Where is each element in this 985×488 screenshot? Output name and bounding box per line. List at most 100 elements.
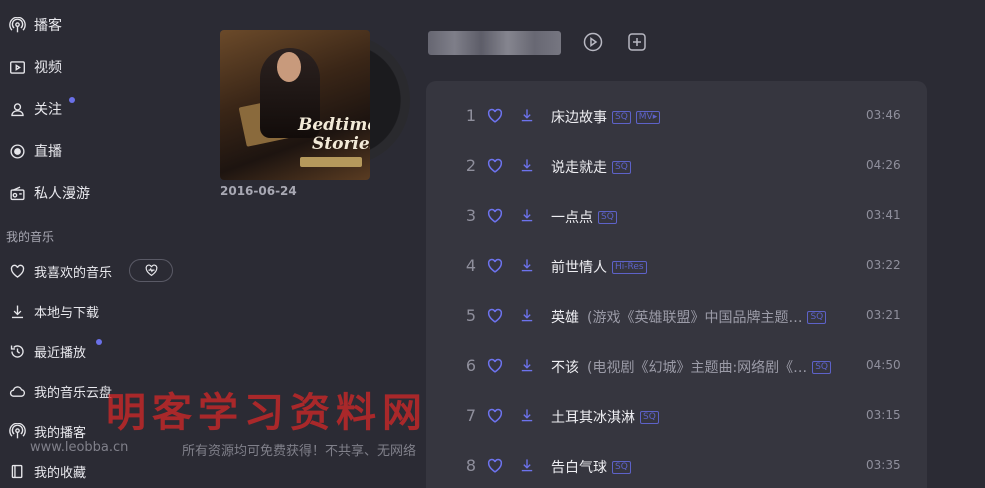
download-icon [519, 158, 535, 177]
track-title: 说走就走 [551, 160, 607, 176]
track-number: 8 [465, 456, 476, 475]
play-all-button[interactable] [583, 32, 603, 52]
track-duration: 03:46 [866, 108, 901, 122]
heart-icon [486, 308, 504, 329]
quality-tag: MV▸ [635, 110, 661, 124]
add-to-playlist-button[interactable] [627, 32, 647, 52]
track-number: 1 [465, 106, 476, 125]
track-row[interactable]: 7 土耳其冰淇淋 SQ 03:15 [426, 390, 927, 440]
sidebar-item-label: 视频 [34, 60, 62, 76]
download-button[interactable] [519, 107, 536, 124]
sidebar-item-local-download[interactable]: 本地与下载 [8, 296, 183, 326]
add-square-icon [628, 33, 646, 51]
quality-tag: SQ [612, 110, 631, 124]
like-button[interactable] [486, 307, 504, 325]
live-icon [8, 142, 26, 160]
download-button[interactable] [519, 357, 536, 374]
watermark-url: www.leobba.cn [30, 440, 129, 455]
podcast-icon [8, 16, 26, 34]
track-row[interactable]: 5 英雄 (游戏《英雄联盟》中国品牌主题… SQ 03:21 [426, 290, 927, 340]
download-button[interactable] [519, 307, 536, 324]
track-row[interactable]: 2 说走就走 SQ 04:26 [426, 140, 927, 190]
track-title-group: 土耳其冰淇淋 SQ [551, 407, 659, 427]
heart-icon [486, 358, 504, 379]
notification-dot [69, 97, 75, 103]
sidebar-item-label: 我喜欢的音乐 [34, 265, 113, 281]
track-duration: 04:50 [866, 358, 901, 372]
track-duration: 04:26 [866, 158, 901, 172]
watermark-note: 所有资源均可免费获得！不共享、无网络 [182, 444, 417, 459]
sidebar-item-collection[interactable]: 我的收藏 [8, 456, 183, 486]
track-number: 7 [465, 406, 476, 425]
play-circle-icon [583, 32, 603, 52]
section-title-my-music: 我的音乐 [6, 230, 55, 244]
sidebar-item-label: 我的收藏 [34, 465, 87, 481]
quality-tag: SQ [807, 310, 827, 324]
track-duration: 03:41 [866, 208, 901, 222]
sidebar-item-live[interactable]: 直播 [8, 136, 183, 166]
album-cover: Bedtime Stories [220, 30, 370, 180]
track-title-group: 说走就走 SQ [551, 157, 631, 177]
heart-icon [486, 258, 504, 279]
sidebar-item-label: 播客 [34, 18, 62, 34]
track-row[interactable]: 8 告白气球 SQ 03:35 [426, 440, 927, 488]
track-title: 一点点 [551, 210, 593, 226]
cover-title-line2: Stories [312, 134, 370, 154]
track-title: 英雄 [551, 310, 579, 326]
track-row[interactable]: 4 前世情人 Hi-Res 03:22 [426, 240, 927, 290]
quality-tag: SQ [598, 210, 617, 224]
sidebar-item-video[interactable]: 视频 [8, 52, 183, 82]
sidebar-item-podcast[interactable]: 播客 [8, 10, 183, 40]
like-button[interactable] [486, 257, 504, 275]
heartbeat-icon [145, 264, 157, 277]
heart-icon [486, 158, 504, 179]
track-duration: 03:22 [866, 258, 901, 272]
notification-dot [96, 339, 102, 345]
like-button[interactable] [486, 457, 504, 475]
track-title: 土耳其冰淇淋 [551, 410, 635, 426]
track-title-group: 床边故事 SQ MV▸ [551, 107, 661, 127]
track-title: 不该 [551, 360, 579, 376]
heart-icon [8, 262, 26, 280]
track-number: 6 [465, 356, 476, 375]
watermark-title: 明客学习资料网 [106, 389, 428, 436]
download-button[interactable] [519, 457, 536, 474]
user-icon [8, 100, 26, 118]
track-title-group: 一点点 SQ [551, 207, 617, 227]
history-icon [8, 342, 26, 360]
release-date: 2016-06-24 [220, 184, 297, 198]
download-button[interactable] [519, 407, 536, 424]
video-icon [8, 58, 26, 76]
track-number: 5 [465, 306, 476, 325]
track-title-group: 前世情人 Hi-Res [551, 257, 647, 277]
heart-icon [486, 458, 504, 479]
cloud-icon [8, 382, 26, 400]
download-icon [519, 358, 535, 377]
download-button[interactable] [519, 157, 536, 174]
download-icon [519, 108, 535, 127]
sidebar-item-label: 我的播客 [34, 425, 87, 441]
track-title-group: 告白气球 SQ [551, 457, 631, 477]
track-row[interactable]: 3 一点点 SQ 03:41 [426, 190, 927, 240]
like-button[interactable] [486, 407, 504, 425]
download-button[interactable] [519, 207, 536, 224]
heart-icon [486, 208, 504, 229]
track-row[interactable]: 1 床边故事 SQ MV▸ 03:46 [426, 90, 927, 140]
quality-tag: SQ [612, 460, 631, 474]
track-number: 2 [465, 156, 476, 175]
sidebar-item-label: 我的音乐云盘 [34, 385, 113, 401]
like-button[interactable] [486, 107, 504, 125]
like-button[interactable] [486, 157, 504, 175]
sidebar-item-label: 私人漫游 [34, 186, 90, 202]
track-title-group: 英雄 (游戏《英雄联盟》中国品牌主题… SQ [551, 307, 827, 327]
track-row[interactable]: 6 不该 (电视剧《幻城》主题曲:网络剧《… SQ 04:50 [426, 340, 927, 390]
like-button[interactable] [486, 207, 504, 225]
heartbeat-mode-button[interactable] [129, 259, 173, 282]
sidebar-item-follow[interactable]: 关注 [8, 94, 183, 124]
album-title-blurred [428, 31, 561, 55]
sidebar-item-private-roam[interactable]: 私人漫游 [8, 178, 183, 208]
track-number: 3 [465, 206, 476, 225]
download-button[interactable] [519, 257, 536, 274]
quality-tag: SQ [812, 360, 831, 374]
like-button[interactable] [486, 357, 504, 375]
